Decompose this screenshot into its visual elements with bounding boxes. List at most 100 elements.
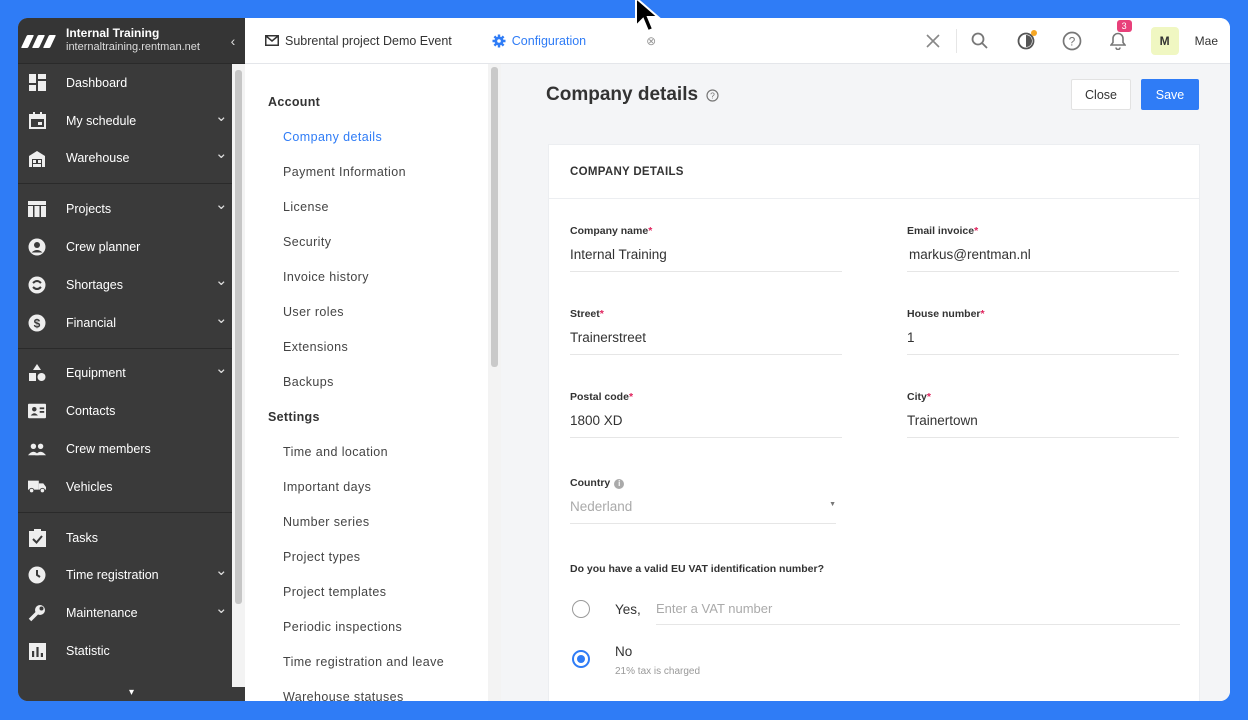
settings-nav-item-time-registration-and-leave[interactable]: Time registration and leave — [245, 644, 501, 679]
field-label: Email invoice — [907, 225, 975, 237]
sidebar-item-my-schedule[interactable]: My schedule ⌄ — [18, 102, 245, 140]
street-input[interactable]: Trainerstreet — [570, 330, 842, 355]
required-mark: * — [974, 225, 979, 237]
contacts-icon — [28, 402, 46, 420]
sidebar-item-projects[interactable]: Projects ⌄ — [18, 190, 245, 228]
wrench-icon — [28, 604, 46, 622]
field-label: House number — [907, 308, 981, 320]
app-window: Internal Training internaltraining.rentm… — [18, 18, 1230, 701]
street-field[interactable]: Street* Trainerstreet — [570, 308, 842, 355]
sidebar-item-crew-planner[interactable]: Crew planner — [18, 228, 245, 266]
tab-subrental-project[interactable]: Subrental project Demo Event — [245, 18, 472, 64]
vat-no-radio[interactable] — [572, 650, 590, 668]
org-switcher[interactable]: Internal Training internaltraining.rentm… — [18, 18, 245, 64]
dollar-icon: $ — [28, 314, 46, 332]
search-icon[interactable] — [957, 18, 1003, 64]
field-label: Street — [570, 308, 600, 320]
settings-nav-item-periodic-inspections[interactable]: Periodic inspections — [245, 609, 501, 644]
vat-yes-label[interactable]: Yes, — [615, 602, 641, 617]
field-label: Postal code — [570, 391, 629, 403]
sidebar-item-label: Shortages — [66, 277, 123, 292]
close-button[interactable]: Close — [1071, 79, 1131, 110]
sidebar-item-contacts[interactable]: Contacts — [18, 392, 245, 430]
sidebar-item-equipment[interactable]: Equipment ⌄ — [18, 355, 245, 393]
chevron-down-icon: ▼ — [829, 501, 836, 508]
sidebar-item-label: My schedule — [66, 113, 137, 128]
city-input[interactable]: Trainertown — [907, 413, 1179, 438]
vat-yes-radio[interactable] — [572, 600, 590, 618]
postal-code-input[interactable]: 1800 XD — [570, 413, 842, 438]
email-invoice-field[interactable]: Email invoice* markus@rentman.nl — [907, 225, 1179, 272]
timer-icon[interactable] — [1003, 18, 1049, 64]
sidebar-item-dashboard[interactable]: Dashboard — [18, 64, 245, 102]
sidebar-item-crew-members[interactable]: Crew members — [18, 430, 245, 468]
vat-number-input[interactable]: Enter a VAT number — [656, 601, 1180, 625]
close-icon[interactable] — [910, 18, 956, 64]
company-name-field[interactable]: Company name* Internal Training — [570, 225, 842, 272]
settings-nav-item-extensions[interactable]: Extensions — [245, 329, 501, 364]
country-select[interactable]: Nederland — [570, 499, 836, 524]
collapse-sidebar-icon[interactable]: ‹ — [221, 33, 245, 49]
sidebar-divider — [18, 183, 245, 185]
sidebar-item-financial[interactable]: $ Financial ⌄ — [18, 304, 245, 342]
vat-question: Do you have a valid EU VAT identificatio… — [570, 563, 824, 575]
settings-section-heading: Settings — [268, 409, 320, 424]
svg-text:?: ? — [1068, 34, 1075, 48]
info-icon[interactable]: i — [614, 479, 625, 489]
user-name[interactable]: Mae — [1195, 34, 1218, 48]
vat-no-label[interactable]: No — [615, 644, 632, 659]
sidebar-item-label: Maintenance — [66, 606, 138, 621]
save-button[interactable]: Save — [1141, 79, 1199, 110]
sidebar-item-shortages[interactable]: Shortages ⌄ — [18, 266, 245, 304]
card-title: COMPANY DETAILS — [549, 145, 1199, 199]
settings-nav-item-security[interactable]: Security — [245, 224, 501, 259]
sidebar-item-tasks[interactable]: Tasks — [18, 519, 245, 557]
sidebar-item-vehicles[interactable]: Vehicles — [18, 468, 245, 506]
required-mark: * — [628, 391, 634, 403]
avatar[interactable]: M — [1150, 26, 1179, 55]
settings-nav-item-payment-information[interactable]: Payment Information — [245, 154, 501, 189]
sidebar-item-label: Warehouse — [66, 151, 130, 166]
postal-code-field[interactable]: Postal code* 1800 XD — [570, 391, 842, 438]
settings-nav-item-project-templates[interactable]: Project templates — [245, 574, 501, 609]
company-name-input[interactable]: Internal Training — [570, 247, 842, 272]
field-label: Company name — [570, 225, 649, 237]
email-invoice-input[interactable]: markus@rentman.nl — [907, 247, 1179, 272]
bell-icon[interactable]: 3 — [1095, 18, 1141, 64]
sidebar-item-label: Contacts — [66, 404, 116, 419]
notification-badge: 3 — [1116, 19, 1132, 32]
settings-nav-item-time-and-location[interactable]: Time and location — [245, 434, 501, 469]
sidebar-divider — [18, 511, 245, 513]
sidebar-item-maintenance[interactable]: Maintenance ⌄ — [18, 594, 245, 632]
settings-nav-item-project-types[interactable]: Project types — [245, 539, 501, 574]
sidebar-item-statistic[interactable]: Statistic — [18, 632, 245, 670]
sidebar-item-warehouse[interactable]: Warehouse ⌄ — [18, 140, 245, 178]
sidebar-item-time-registration[interactable]: Time registration ⌄ — [18, 557, 245, 595]
tab-label: Configuration — [511, 33, 587, 48]
settings-nav-item-company-details[interactable]: Company details — [245, 119, 501, 154]
tab-configuration[interactable]: Configuration — [472, 18, 606, 64]
settings-section-heading: Account — [268, 94, 321, 109]
settings-nav-scrollbar[interactable] — [488, 64, 501, 701]
house-number-field[interactable]: House number* 1 — [907, 308, 1179, 355]
chevron-down-icon[interactable]: ▾ — [18, 687, 245, 701]
house-number-input[interactable]: 1 — [907, 330, 1179, 355]
settings-nav-item-license[interactable]: License — [245, 189, 501, 224]
city-field[interactable]: City* Trainertown — [907, 391, 1179, 438]
sidebar-scrollbar[interactable] — [232, 64, 245, 687]
org-name: Internal Training — [66, 26, 160, 41]
warehouse-icon — [28, 149, 46, 167]
settings-nav-item-warehouse-statuses[interactable]: Warehouse statuses — [245, 679, 501, 702]
rentman-logo — [20, 31, 58, 51]
settings-nav-item-backups[interactable]: Backups — [245, 364, 501, 399]
help-icon[interactable]: ? — [1049, 18, 1095, 64]
settings-nav-item-invoice-history[interactable]: Invoice history — [245, 259, 501, 294]
equipment-icon — [28, 364, 46, 382]
sidebar-item-label: Time registration — [66, 568, 159, 583]
country-field[interactable]: Country i Nederland ▼ — [570, 477, 836, 524]
settings-nav-item-number-series[interactable]: Number series — [245, 504, 501, 539]
help-icon[interactable]: ? — [706, 88, 719, 102]
settings-nav-item-important-days[interactable]: Important days — [245, 469, 501, 504]
sidebar: Internal Training internaltraining.rentm… — [18, 18, 245, 701]
settings-nav-item-user-roles[interactable]: User roles — [245, 294, 501, 329]
